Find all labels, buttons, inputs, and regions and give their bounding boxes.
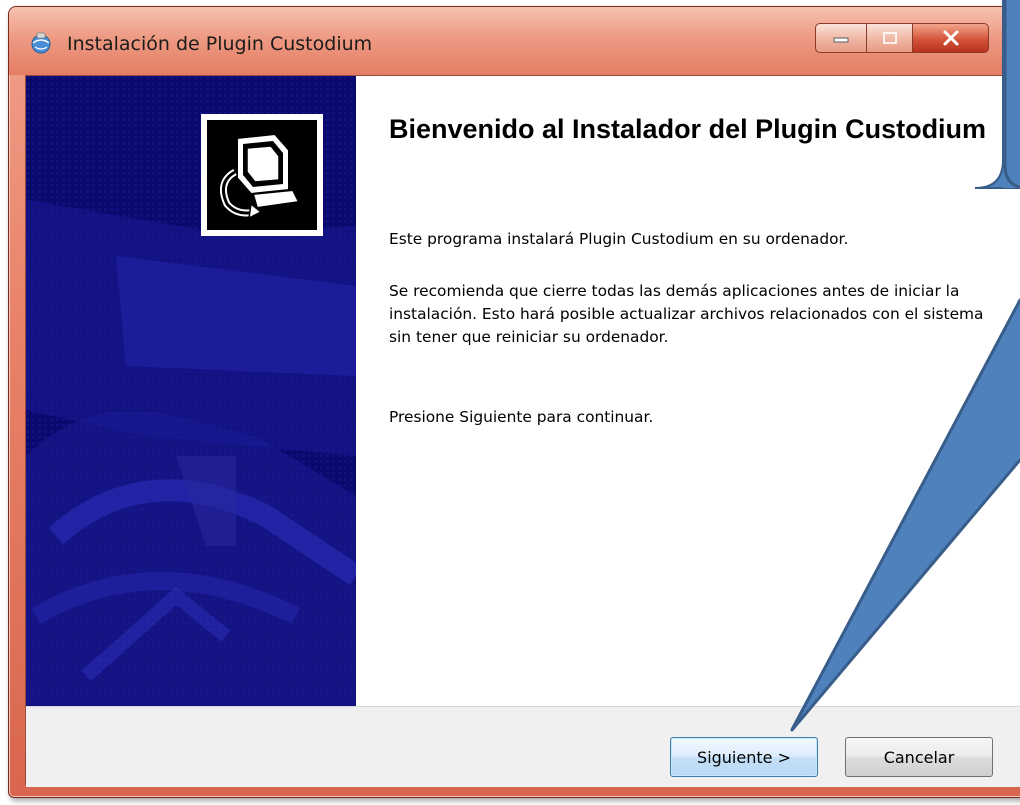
- window-title: Instalación de Plugin Custodium: [67, 33, 373, 55]
- intro-text: Este programa instalará Plugin Custodium…: [389, 230, 849, 248]
- installer-globe-icon: [31, 32, 51, 54]
- cancel-button[interactable]: Cancelar: [845, 737, 993, 777]
- button-bar: Siguiente > Cancelar: [26, 706, 1020, 787]
- welcome-heading: Bienvenido al Instalador del Plugin Cust…: [389, 114, 987, 144]
- installer-client-area: Bienvenido al Instalador del Plugin Cust…: [25, 75, 1020, 787]
- installer-window: Instalación de Plugin Custodium Bienveni…: [8, 6, 1020, 798]
- continue-instruction: Presione Siguiente para continuar.: [389, 408, 654, 426]
- welcome-side-banner: [26, 76, 356, 706]
- maximize-icon: [882, 32, 897, 44]
- minimize-button[interactable]: [815, 23, 867, 53]
- title-bar[interactable]: Instalación de Plugin Custodium: [9, 7, 1020, 75]
- close-icon: [943, 30, 958, 46]
- close-button[interactable]: [913, 23, 989, 53]
- minimize-icon: [833, 37, 849, 43]
- installer-logo-frame: [201, 114, 323, 236]
- welcome-content: Bienvenido al Instalador del Plugin Cust…: [356, 76, 1020, 706]
- caption-buttons: [815, 23, 989, 61]
- computer-logo-icon: [219, 132, 301, 220]
- next-button[interactable]: Siguiente >: [670, 737, 818, 777]
- installer-computer-logo: [207, 120, 317, 230]
- maximize-button[interactable]: [867, 23, 913, 53]
- screenshot-stage: Instalación de Plugin Custodium Bienveni…: [0, 0, 1020, 805]
- recommendation-text: Se recomienda que cierre todas las demás…: [389, 282, 984, 346]
